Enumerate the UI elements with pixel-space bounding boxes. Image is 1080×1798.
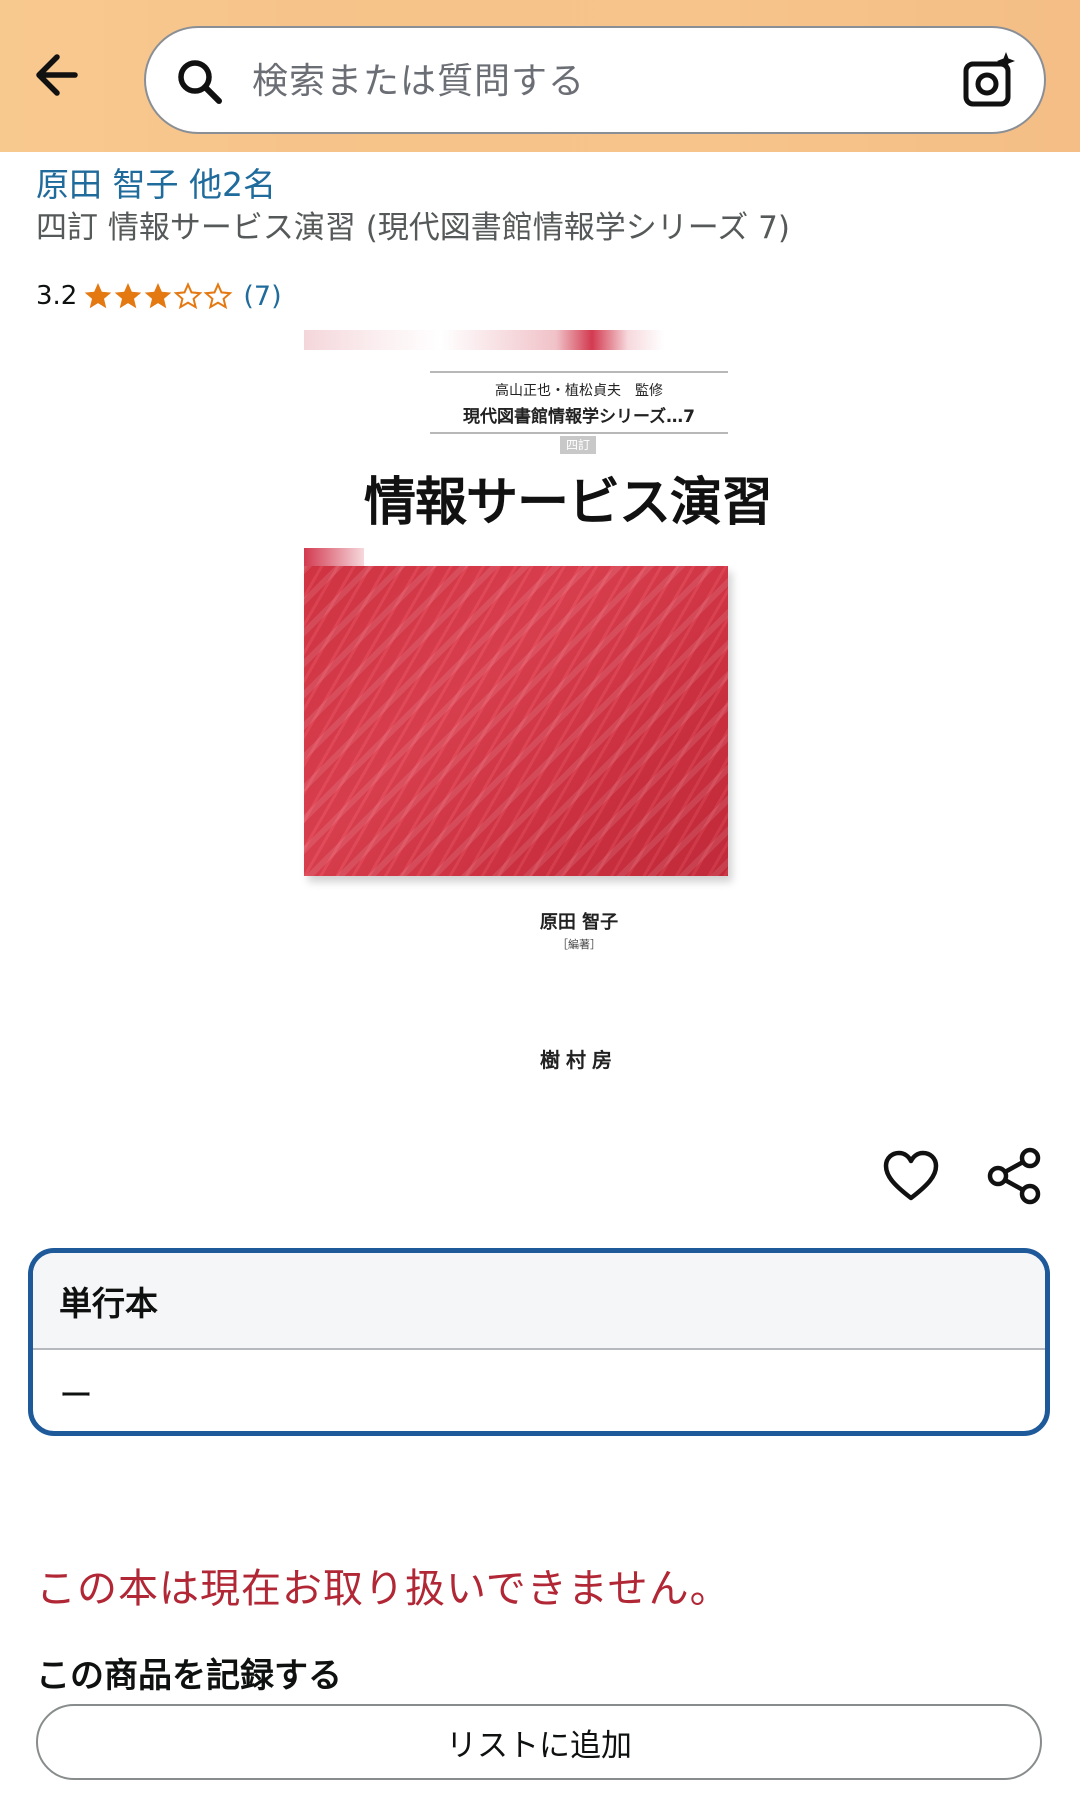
cover-author: 原田 智子 [539,912,619,933]
cover-top-band [304,330,664,350]
star-full-icon [85,283,112,309]
format-option-selected[interactable]: 単行本 ー [28,1248,1050,1436]
cover-red-texture [304,566,728,876]
rating-row[interactable]: 3.2 (7) [36,276,282,316]
camera-sparkle-icon[interactable] [958,50,1020,112]
star-empty-icon [173,282,203,310]
availability-message: この本は現在お取り扱いできません。 [36,1566,731,1612]
cover-publisher: 樹村房 [540,1048,618,1072]
star-full-icon [145,283,172,309]
rating-count-link[interactable]: (7) [243,281,281,312]
cover-mid-band [304,548,364,568]
cover-title: 情報サービス演習 [363,472,773,533]
cover-author-role: ［編著］ [557,938,601,951]
book-cover-image[interactable]: 高山正也・植松貞夫 監修 現代図書館情報学シリーズ…7 四訂 情報サービス演習 … [298,326,798,1106]
cover-divider [430,432,728,434]
search-input[interactable]: 検索または質問する [144,26,1046,134]
star-full-icon [115,283,142,309]
arrow-left-icon [36,54,78,96]
rating-value: 3.2 [36,281,78,311]
format-label: 単行本 [33,1253,1045,1350]
star-empty-icon [203,282,233,310]
record-section-heading: この商品を記録する [36,1656,342,1696]
search-icon [178,60,222,104]
author-link[interactable]: 原田 智子 他2名 [36,164,276,206]
cover-divider [430,371,728,373]
cover-supervisors: 高山正也・植松貞夫 監修 [495,383,663,399]
search-placeholder: 検索または質問する [252,61,586,102]
cover-edition-badge: 四訂 [560,436,596,454]
star-rating [83,281,233,311]
add-to-list-button[interactable]: リストに追加 [36,1704,1042,1780]
cover-series: 現代図書館情報学シリーズ…7 [463,407,695,427]
heart-icon[interactable] [882,1148,940,1206]
top-bar: 検索または質問する [0,0,1080,152]
back-button[interactable] [22,40,92,110]
product-title: 四訂 情報サービス演習 (現代図書館情報学シリーズ 7) [36,210,790,246]
share-icon[interactable] [984,1146,1044,1206]
format-price: ー [59,1375,93,1416]
